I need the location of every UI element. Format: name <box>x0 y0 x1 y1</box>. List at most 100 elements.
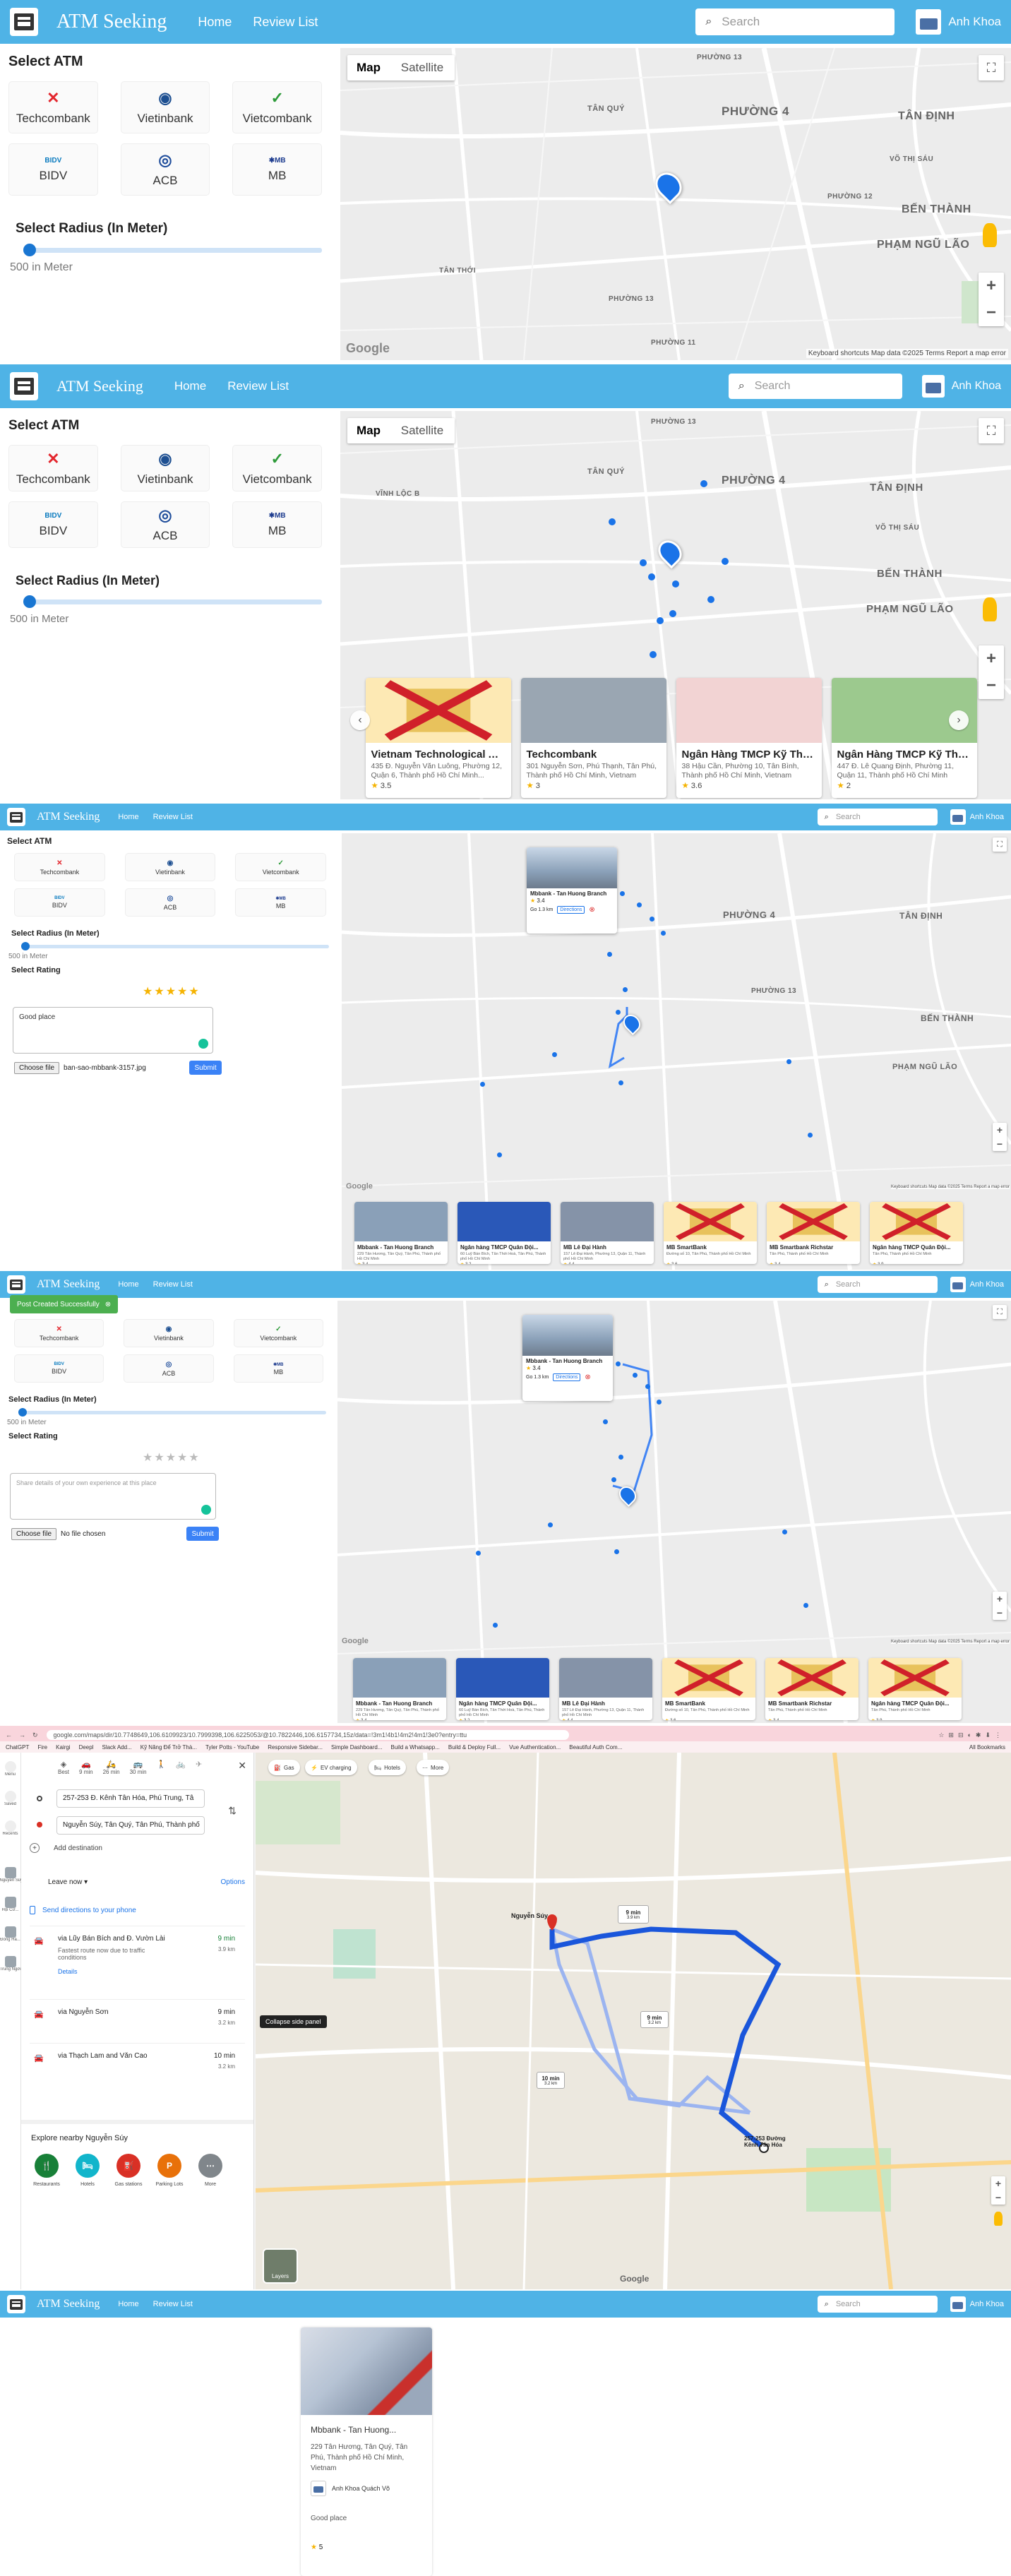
bookmark-item[interactable]: Simple Dashboard... <box>331 1744 382 1751</box>
atm-marker-icon[interactable] <box>786 1059 791 1064</box>
nav-review-list[interactable]: Review List <box>153 2300 193 2308</box>
details-link[interactable]: Details <box>58 1968 245 1975</box>
atm-marker-icon[interactable] <box>633 1373 638 1378</box>
bank-option-techcombank[interactable]: ✕ Techcombank <box>14 853 105 881</box>
atm-marker-icon[interactable] <box>657 617 664 624</box>
back-icon[interactable]: ← <box>6 1731 12 1739</box>
travel-mode-0[interactable]: ◈ Best <box>58 1760 69 1775</box>
nav-review-list[interactable]: Review List <box>253 15 318 30</box>
nearby-parking[interactable]: P Parking Lots <box>154 2154 185 2187</box>
satellite-tab[interactable]: Satellite <box>390 418 455 443</box>
bookmark-item[interactable]: Slack Add... <box>102 1744 131 1751</box>
atm-result-card[interactable]: Techcombank 301 Nguyễn Sơn, Phú Thạnh, Tâ… <box>521 678 666 798</box>
close-icon[interactable]: ⊗ <box>105 1301 111 1308</box>
close-icon[interactable]: ✕ <box>238 1760 246 1772</box>
atm-marker-icon[interactable] <box>493 1623 498 1628</box>
rail-item[interactable]: Recents <box>0 1820 20 1836</box>
bank-option-techcombank[interactable]: ✕ Techcombank <box>8 445 98 491</box>
bank-option-acb[interactable]: ◎ ACB <box>124 1354 214 1383</box>
zoom-in-button[interactable]: + <box>997 1124 1003 1135</box>
atm-marker-icon[interactable] <box>640 559 647 566</box>
nav-review-list[interactable]: Review List <box>227 379 289 393</box>
atm-result-card[interactable]: Ngân Hàng TMCP Kỹ Thươn... 38 Hậu Cần, Ph… <box>676 678 822 798</box>
bank-option-vietcombank[interactable]: ✓ Vietcombank <box>233 1319 323 1347</box>
close-icon[interactable]: ⊗ <box>589 906 594 914</box>
satellite-tab[interactable]: Satellite <box>390 55 455 80</box>
bookmark-item[interactable]: Kairgi <box>56 1744 70 1751</box>
carousel-prev-arrow[interactable]: ‹ <box>350 710 370 730</box>
bookmark-item[interactable]: Beautiful Auth Com... <box>569 1744 622 1751</box>
bank-option-vietcombank[interactable]: ✓ Vietcombank <box>232 445 322 491</box>
rail-item[interactable]: Đồng Hà... <box>0 1926 20 1942</box>
atm-result-card[interactable]: Mbbank - Tan Huong Branch 229 Tân Hương, … <box>354 1202 448 1264</box>
bank-option-vietcombank[interactable]: ✓ Vietcombank <box>235 853 326 881</box>
map-tab[interactable]: Map <box>347 418 390 443</box>
bank-option-mb[interactable]: ✱MB MB <box>232 143 322 196</box>
bank-option-vietinbank[interactable]: ◉ Vietinbank <box>120 81 210 133</box>
nearby-hotel[interactable]: 🛏 Hotels <box>72 2154 103 2187</box>
route-option[interactable]: 🚘 via Nguyễn Sơn 9 min 3.2 km <box>30 1999 245 2043</box>
travel-mode-3[interactable]: 🚌 30 min <box>130 1760 147 1775</box>
atm-marker-icon[interactable] <box>672 580 679 588</box>
atm-result-card[interactable]: MB SmartBank Đường số 10, Tân Phú, Thành … <box>662 1658 755 1720</box>
search-input[interactable]: ⌕ Search <box>817 809 938 825</box>
review-textarea[interactable]: Good place <box>13 1007 213 1054</box>
zoom-in-button[interactable]: + <box>986 649 996 669</box>
radius-slider-thumb[interactable] <box>23 595 36 608</box>
user-menu[interactable]: Anh Khoa <box>921 375 1001 398</box>
atm-result-card[interactable]: Ngân hàng TMCP Quân Đội... Tân Phú, Thành… <box>868 1658 962 1720</box>
leave-now-select[interactable]: Leave now ▾ <box>48 1878 88 1886</box>
extensions-icons[interactable]: ☆⊞⊟◐✱⬇⋮ <box>938 1731 1005 1739</box>
atm-result-card[interactable]: MB Smartbank Richstar Tân Phú, Thành phố … <box>765 1658 859 1720</box>
atm-result-card[interactable]: MB Lê Đại Hành 157 Lê Đại Hành, Phường 13… <box>559 1658 652 1720</box>
search-input[interactable]: ⌕ Search <box>695 8 895 35</box>
bookmark-item[interactable]: Build & Deploy Full... <box>448 1744 501 1751</box>
zoom-in-button[interactable]: + <box>986 276 996 296</box>
bank-option-mb[interactable]: ✱MB MB <box>235 888 326 917</box>
radius-slider-thumb[interactable] <box>21 942 30 950</box>
atm-marker-icon[interactable] <box>614 1549 619 1554</box>
atm-marker-icon[interactable] <box>476 1551 481 1556</box>
zoom-out-button[interactable]: − <box>995 2192 1001 2203</box>
street-view-pegman[interactable] <box>994 2212 1003 2226</box>
radius-slider[interactable] <box>23 244 322 256</box>
nearby-restaurant[interactable]: 🍴 Restaurants <box>31 2154 62 2187</box>
zoom-out-button[interactable]: − <box>997 1607 1003 1618</box>
directions-button[interactable]: Directions <box>557 906 585 914</box>
nav-home[interactable]: Home <box>118 813 138 821</box>
nav-home[interactable]: Home <box>118 2300 138 2308</box>
atm-marker-icon[interactable] <box>609 518 616 525</box>
origin-input[interactable]: 257-253 Đ. Kênh Tân Hóa, Phú Trung, Tâ <box>56 1789 205 1808</box>
directions-button[interactable]: Directions <box>553 1373 581 1381</box>
bank-option-bidv[interactable]: BIDV BIDV <box>8 143 98 196</box>
add-destination[interactable]: + Add destination <box>30 1843 245 1853</box>
collapse-panel-tooltip[interactable]: Collapse side panel <box>260 2015 327 2028</box>
nav-home[interactable]: Home <box>198 15 232 30</box>
bank-option-mb[interactable]: ✱MB MB <box>232 501 322 548</box>
atm-marker-icon[interactable] <box>657 1400 662 1405</box>
atm-marker-icon[interactable] <box>650 917 654 922</box>
atm-result-card[interactable]: Mbbank - Tan Huong Branch 229 Tân Hương, … <box>353 1658 446 1720</box>
atm-marker-icon[interactable] <box>603 1419 608 1424</box>
bank-option-vietinbank[interactable]: ◉ Vietinbank <box>124 1319 214 1347</box>
fullscreen-button[interactable]: ⛶ <box>993 837 1007 852</box>
rating-stars[interactable]: ★★★★★ <box>143 1450 330 1465</box>
atm-result-card[interactable]: MB Smartbank Richstar Tân Phú, Thành phố … <box>767 1202 860 1264</box>
search-input[interactable]: ⌕ Search <box>728 374 902 399</box>
atm-result-card[interactable]: MB SmartBank Đường số 10, Tân Phú, Thành … <box>664 1202 757 1264</box>
radius-slider[interactable] <box>21 942 329 950</box>
fullscreen-button[interactable]: ⛶ <box>993 1305 1007 1319</box>
atm-result-card[interactable]: Ngân hàng TMCP Quân Đội... 60 Luỹ Bán Bíc… <box>457 1202 551 1264</box>
bank-option-acb[interactable]: ◎ ACB <box>120 501 210 548</box>
send-to-phone[interactable]: Send directions to your phone <box>30 1906 245 1914</box>
map-chip-more[interactable]: ⋯ More <box>417 1760 450 1775</box>
layers-button[interactable]: Layers <box>263 2248 298 2284</box>
street-view-pegman[interactable] <box>983 223 997 247</box>
nav-home[interactable]: Home <box>174 379 206 393</box>
user-menu[interactable]: Anh Khoa <box>916 9 1001 35</box>
map-chip-gas[interactable]: ⛽ Gas <box>268 1760 300 1775</box>
reload-icon[interactable]: ↻ <box>32 1731 38 1739</box>
forward-icon[interactable]: → <box>19 1731 25 1739</box>
atm-marker-icon[interactable] <box>661 931 666 936</box>
address-bar[interactable]: google.com/maps/dir/10.7748649,106.61099… <box>46 1730 569 1740</box>
